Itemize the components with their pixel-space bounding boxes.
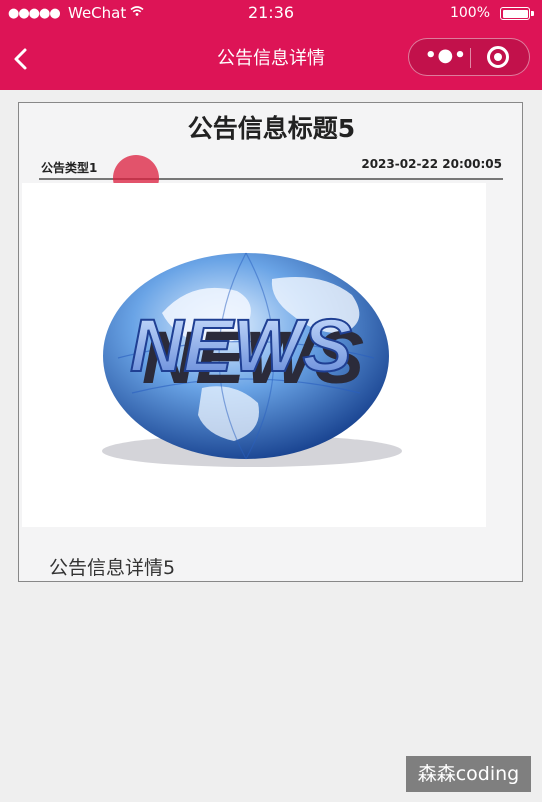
notice-date: 2023-02-22 20:00:05: [361, 157, 502, 171]
watermark: 森森coding: [406, 756, 531, 792]
news-globe-image: NEWS NEWS: [102, 252, 402, 467]
status-bar: ●●●●● WeChat 21:36 100%: [0, 0, 542, 28]
battery-tip: [531, 11, 534, 16]
notice-card: 公告信息标题5 公告类型1 2023-02-22 20:00:05 NEWS N…: [18, 102, 523, 582]
target-icon[interactable]: [487, 46, 509, 68]
notice-type: 公告类型1: [41, 161, 98, 175]
news-text: NEWS: [130, 304, 352, 387]
notice-title: 公告信息标题5: [187, 114, 356, 143]
more-dots-icon[interactable]: •●•: [425, 47, 467, 65]
screen: ●●●●● WeChat 21:36 100% 公告信息详情 •●• 公告信息标…: [0, 0, 542, 802]
notice-description: 公告信息详情5: [49, 557, 176, 579]
capsule-divider: [470, 48, 471, 68]
notice-image: NEWS NEWS: [22, 183, 486, 527]
mini-program-capsule: •●•: [408, 38, 530, 76]
divider: [39, 178, 503, 180]
battery-percent: 100%: [449, 5, 490, 21]
header: ●●●●● WeChat 21:36 100% 公告信息详情 •●•: [0, 0, 542, 90]
battery-icon: [500, 7, 530, 20]
